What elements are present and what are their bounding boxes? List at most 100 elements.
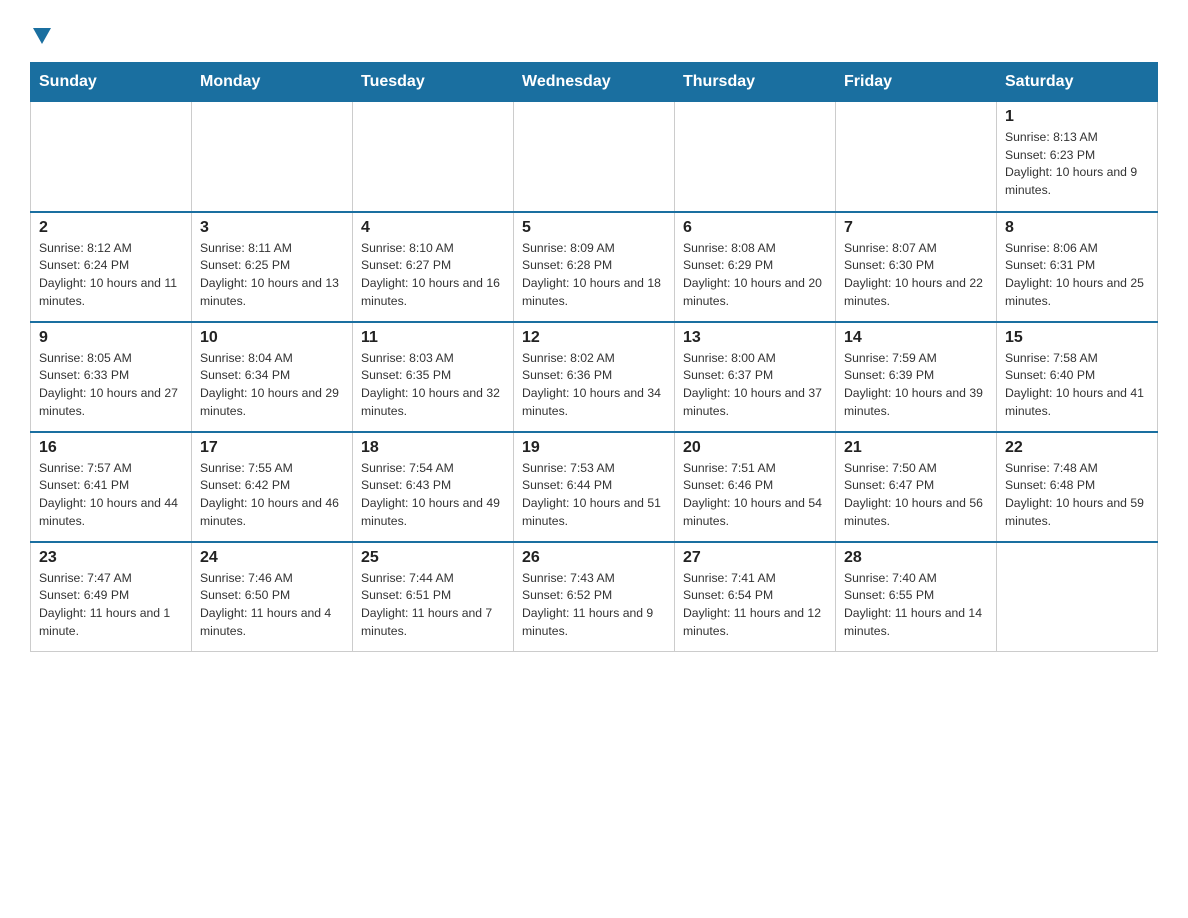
calendar-cell: 23 Sunrise: 7:47 AM Sunset: 6:49 PM Dayli…	[31, 542, 192, 652]
day-number: 16	[39, 439, 183, 457]
header-friday: Friday	[836, 63, 997, 102]
day-number: 23	[39, 549, 183, 567]
calendar-cell: 22 Sunrise: 7:48 AM Sunset: 6:48 PM Dayli…	[997, 432, 1158, 542]
day-info: Sunrise: 7:51 AM Sunset: 6:46 PM Dayligh…	[683, 460, 827, 531]
calendar-week-row: 16Sunrise: 7:57 AM Sunset: 6:41 PM Dayli…	[31, 432, 1158, 542]
calendar-cell: 26 Sunrise: 7:43 AM Sunset: 6:52 PM Dayli…	[514, 542, 675, 652]
calendar-cell: 10 Sunrise: 8:04 AM Sunset: 6:34 PM Dayli…	[192, 322, 353, 432]
day-number: 10	[200, 329, 344, 347]
calendar-cell: 4 Sunrise: 8:10 AM Sunset: 6:27 PM Daylig…	[353, 212, 514, 322]
calendar-cell: 21 Sunrise: 7:50 AM Sunset: 6:47 PM Dayli…	[836, 432, 997, 542]
day-number: 5	[522, 219, 666, 237]
day-info: Sunrise: 8:00 AM Sunset: 6:37 PM Dayligh…	[683, 350, 827, 421]
calendar-header-row: SundayMondayTuesdayWednesdayThursdayFrid…	[31, 63, 1158, 102]
day-info: Sunrise: 8:12 AM Sunset: 6:24 PM Dayligh…	[39, 240, 183, 311]
calendar-cell	[192, 102, 353, 212]
calendar-cell	[836, 102, 997, 212]
day-info: Sunrise: 7:41 AM Sunset: 6:54 PM Dayligh…	[683, 570, 827, 641]
calendar-cell: 18 Sunrise: 7:54 AM Sunset: 6:43 PM Dayli…	[353, 432, 514, 542]
day-number: 20	[683, 439, 827, 457]
calendar-cell: 28 Sunrise: 7:40 AM Sunset: 6:55 PM Dayli…	[836, 542, 997, 652]
header-thursday: Thursday	[675, 63, 836, 102]
calendar-table: SundayMondayTuesdayWednesdayThursdayFrid…	[30, 62, 1158, 652]
calendar-cell: 25 Sunrise: 7:44 AM Sunset: 6:51 PM Dayli…	[353, 542, 514, 652]
calendar-cell	[353, 102, 514, 212]
calendar-cell: 12 Sunrise: 8:02 AM Sunset: 6:36 PM Dayli…	[514, 322, 675, 432]
day-info: Sunrise: 8:06 AM Sunset: 6:31 PM Dayligh…	[1005, 240, 1149, 311]
day-number: 22	[1005, 439, 1149, 457]
day-number: 12	[522, 329, 666, 347]
day-number: 8	[1005, 219, 1149, 237]
calendar-cell: 17 Sunrise: 7:55 AM Sunset: 6:42 PM Dayli…	[192, 432, 353, 542]
calendar-cell: 11 Sunrise: 8:03 AM Sunset: 6:35 PM Dayli…	[353, 322, 514, 432]
calendar-cell: 6 Sunrise: 8:08 AM Sunset: 6:29 PM Daylig…	[675, 212, 836, 322]
header-saturday: Saturday	[997, 63, 1158, 102]
calendar-week-row: 23 Sunrise: 7:47 AM Sunset: 6:49 PM Dayli…	[31, 542, 1158, 652]
day-info: Sunrise: 7:46 AM Sunset: 6:50 PM Dayligh…	[200, 570, 344, 641]
calendar-week-row: 9 Sunrise: 8:05 AM Sunset: 6:33 PM Daylig…	[31, 322, 1158, 432]
header-tuesday: Tuesday	[353, 63, 514, 102]
day-info: Sunrise: 7:40 AM Sunset: 6:55 PM Dayligh…	[844, 570, 988, 641]
day-number: 11	[361, 329, 505, 347]
day-number: 14	[844, 329, 988, 347]
calendar-cell: 9 Sunrise: 8:05 AM Sunset: 6:33 PM Daylig…	[31, 322, 192, 432]
day-number: 25	[361, 549, 505, 567]
day-info: Sunrise: 8:11 AM Sunset: 6:25 PM Dayligh…	[200, 240, 344, 311]
day-info: Sunrise: 8:04 AM Sunset: 6:34 PM Dayligh…	[200, 350, 344, 421]
calendar-cell: 15 Sunrise: 7:58 AM Sunset: 6:40 PM Dayli…	[997, 322, 1158, 432]
header-monday: Monday	[192, 63, 353, 102]
day-number: 24	[200, 549, 344, 567]
header-sunday: Sunday	[31, 63, 192, 102]
day-info: Sunrise: 7:55 AM Sunset: 6:42 PM Dayligh…	[200, 460, 344, 531]
day-number: 2	[39, 219, 183, 237]
day-number: 9	[39, 329, 183, 347]
calendar-cell: 24 Sunrise: 7:46 AM Sunset: 6:50 PM Dayli…	[192, 542, 353, 652]
day-number: 6	[683, 219, 827, 237]
calendar-cell: 1Sunrise: 8:13 AM Sunset: 6:23 PM Daylig…	[997, 102, 1158, 212]
calendar-cell: 7 Sunrise: 8:07 AM Sunset: 6:30 PM Daylig…	[836, 212, 997, 322]
day-number: 13	[683, 329, 827, 347]
day-number: 3	[200, 219, 344, 237]
calendar-cell: 13 Sunrise: 8:00 AM Sunset: 6:37 PM Dayli…	[675, 322, 836, 432]
day-info: Sunrise: 7:50 AM Sunset: 6:47 PM Dayligh…	[844, 460, 988, 531]
day-number: 19	[522, 439, 666, 457]
calendar-cell	[675, 102, 836, 212]
day-info: Sunrise: 8:08 AM Sunset: 6:29 PM Dayligh…	[683, 240, 827, 311]
day-info: Sunrise: 8:07 AM Sunset: 6:30 PM Dayligh…	[844, 240, 988, 311]
day-info: Sunrise: 7:48 AM Sunset: 6:48 PM Dayligh…	[1005, 460, 1149, 531]
day-number: 17	[200, 439, 344, 457]
day-number: 26	[522, 549, 666, 567]
calendar-cell: 16Sunrise: 7:57 AM Sunset: 6:41 PM Dayli…	[31, 432, 192, 542]
calendar-cell: 2 Sunrise: 8:12 AM Sunset: 6:24 PM Daylig…	[31, 212, 192, 322]
day-info: Sunrise: 7:54 AM Sunset: 6:43 PM Dayligh…	[361, 460, 505, 531]
calendar-cell: 27 Sunrise: 7:41 AM Sunset: 6:54 PM Dayli…	[675, 542, 836, 652]
calendar-cell: 5 Sunrise: 8:09 AM Sunset: 6:28 PM Daylig…	[514, 212, 675, 322]
day-info: Sunrise: 8:03 AM Sunset: 6:35 PM Dayligh…	[361, 350, 505, 421]
day-number: 7	[844, 219, 988, 237]
header-wednesday: Wednesday	[514, 63, 675, 102]
day-number: 21	[844, 439, 988, 457]
calendar-cell	[997, 542, 1158, 652]
logo-arrow-icon	[33, 28, 51, 44]
day-info: Sunrise: 7:59 AM Sunset: 6:39 PM Dayligh…	[844, 350, 988, 421]
day-info: Sunrise: 8:10 AM Sunset: 6:27 PM Dayligh…	[361, 240, 505, 311]
day-number: 15	[1005, 329, 1149, 347]
day-info: Sunrise: 8:05 AM Sunset: 6:33 PM Dayligh…	[39, 350, 183, 421]
day-number: 4	[361, 219, 505, 237]
day-info: Sunrise: 8:09 AM Sunset: 6:28 PM Dayligh…	[522, 240, 666, 311]
day-info: Sunrise: 7:47 AM Sunset: 6:49 PM Dayligh…	[39, 570, 183, 641]
calendar-cell: 20 Sunrise: 7:51 AM Sunset: 6:46 PM Dayli…	[675, 432, 836, 542]
day-number: 28	[844, 549, 988, 567]
day-info: Sunrise: 7:43 AM Sunset: 6:52 PM Dayligh…	[522, 570, 666, 641]
logo	[30, 28, 51, 44]
day-number: 27	[683, 549, 827, 567]
day-info: Sunrise: 7:58 AM Sunset: 6:40 PM Dayligh…	[1005, 350, 1149, 421]
calendar-week-row: 2 Sunrise: 8:12 AM Sunset: 6:24 PM Daylig…	[31, 212, 1158, 322]
day-info: Sunrise: 7:44 AM Sunset: 6:51 PM Dayligh…	[361, 570, 505, 641]
day-number: 18	[361, 439, 505, 457]
calendar-cell	[514, 102, 675, 212]
calendar-cell: 14 Sunrise: 7:59 AM Sunset: 6:39 PM Dayli…	[836, 322, 997, 432]
calendar-cell: 8 Sunrise: 8:06 AM Sunset: 6:31 PM Daylig…	[997, 212, 1158, 322]
day-info: Sunrise: 8:02 AM Sunset: 6:36 PM Dayligh…	[522, 350, 666, 421]
header	[30, 20, 1158, 44]
